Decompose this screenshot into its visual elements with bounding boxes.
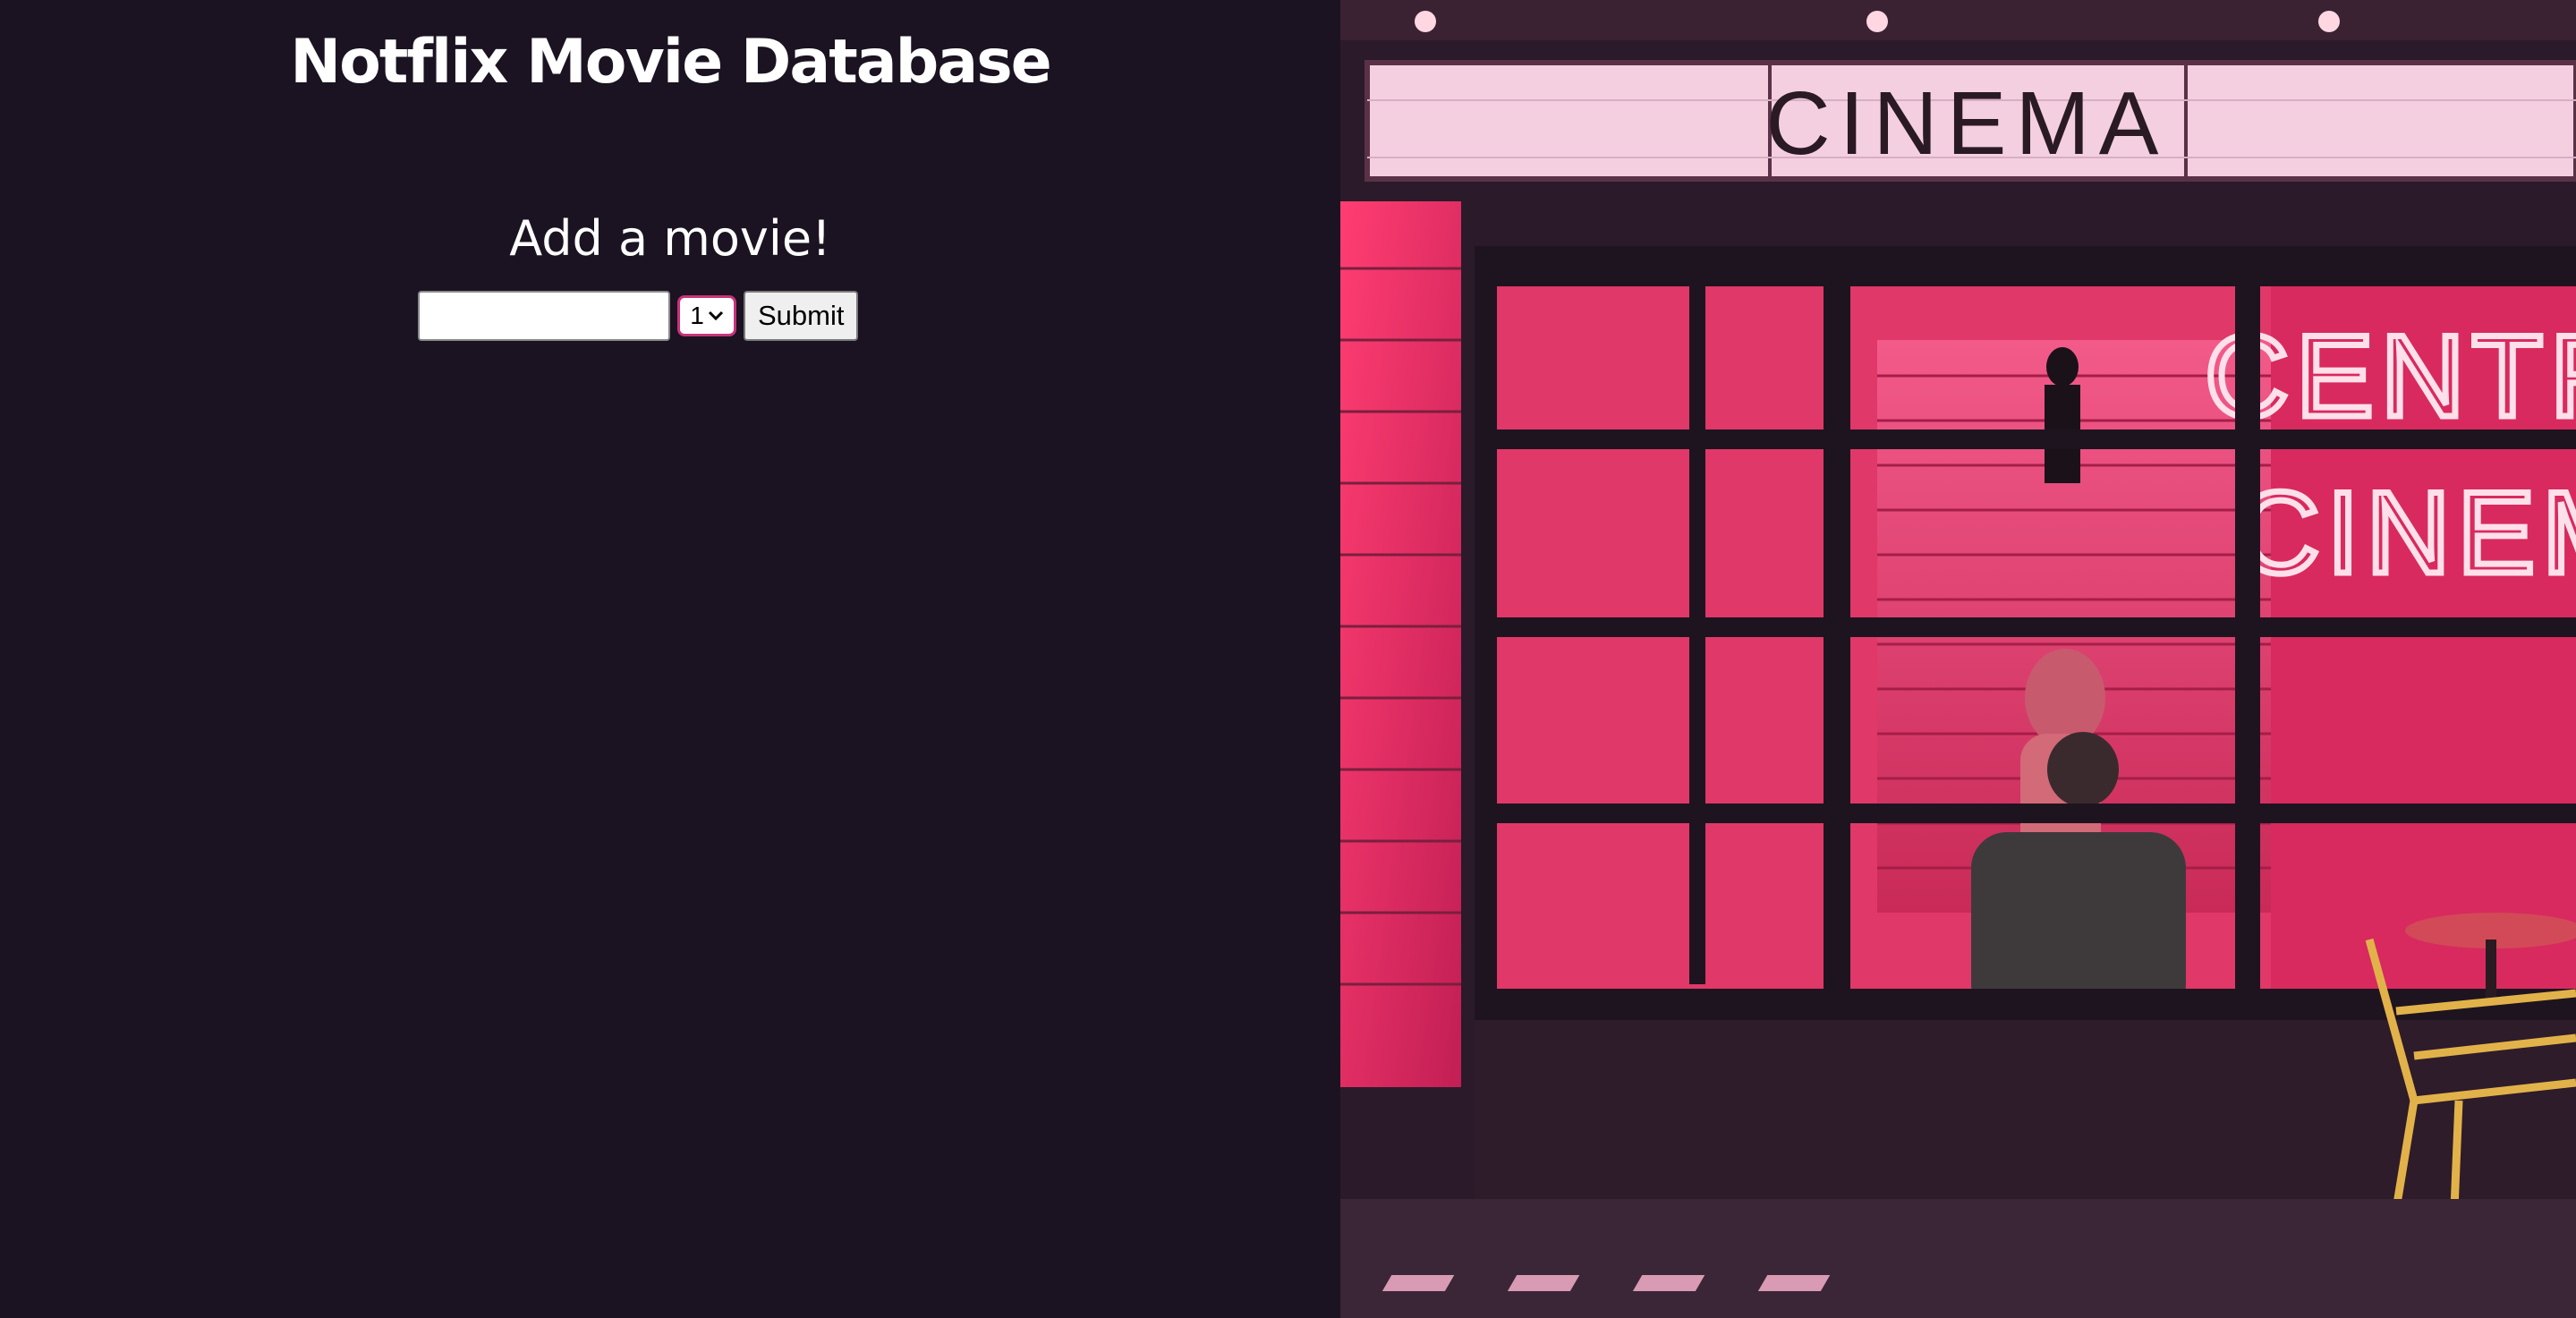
rating-select[interactable]: 1 — [677, 295, 736, 336]
submit-button[interactable]: Submit — [744, 291, 859, 341]
rating-selected-value: 1 — [690, 302, 704, 329]
left-panel: Notflix Movie Database Add a movie! 1 Su… — [0, 0, 1340, 1318]
cinema-image: CINEMA CENT CINE — [1340, 0, 2576, 1318]
marquee-text: CINEMA — [1766, 73, 2168, 174]
chevron-down-icon — [708, 310, 723, 321]
neon-line-2: CINEM — [2236, 467, 2576, 598]
neon-line-1: CENTR — [2205, 310, 2576, 441]
movie-title-input[interactable] — [418, 291, 670, 341]
page-title: Notflix Movie Database — [290, 27, 1052, 98]
cinema-photo: CINEMA CENT CINE — [1340, 0, 2576, 1318]
add-movie-heading: Add a movie! — [509, 210, 831, 267]
add-movie-form: 1 Submit — [418, 288, 859, 344]
